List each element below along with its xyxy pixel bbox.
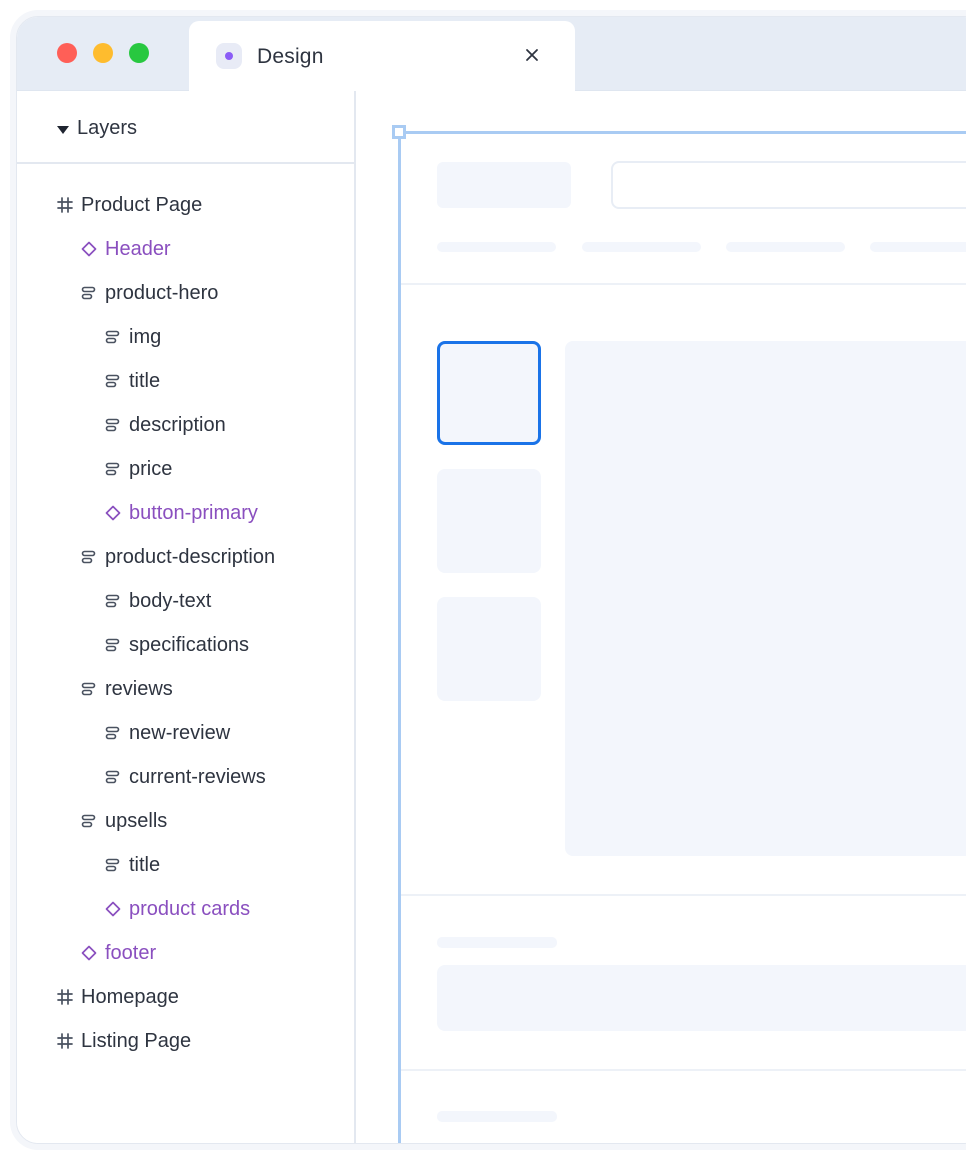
layer-label: button-primary [129,501,258,524]
layer-label: current-reviews [129,765,266,788]
layer-label: new-review [129,721,231,744]
caret-down-icon[interactable] [57,126,69,134]
layer-row-upsells[interactable]: upsells [79,799,167,843]
layer-label: Header [105,237,171,260]
layer-label: Product Page [81,193,203,216]
layer-row-button-primary[interactable]: button-primary [103,491,258,535]
stack-icon [103,371,123,391]
frame-outline-top [398,131,966,134]
layer-label: product cards [129,897,251,920]
layer-label: product-description [105,545,276,568]
layer-row-price[interactable]: price [103,447,172,491]
app-window: Design Layers Product Page Header product-… [16,16,966,1144]
component-icon [79,239,99,259]
stack-icon [103,723,123,743]
layer-row-listing-page[interactable]: Listing Page [55,1019,191,1063]
close-icon[interactable] [519,42,545,68]
layer-label: title [129,369,161,392]
nav-placeholder[interactable] [870,242,966,252]
frame-outline-left [398,131,401,1143]
layer-row-current-reviews[interactable]: current-reviews [103,755,266,799]
nav-placeholder[interactable] [726,242,845,252]
layers-title: Layers [77,117,138,139]
thumbnail-selected[interactable] [437,341,541,445]
stack-icon [103,327,123,347]
tab-label: Design [257,45,324,68]
frame-icon [55,1031,75,1051]
stack-icon [103,591,123,611]
layer-label: img [129,325,162,348]
section-title-placeholder[interactable] [437,937,557,948]
layer-row-specifications[interactable]: specifications [103,623,249,667]
layer-label: price [129,457,173,480]
header-logo-placeholder[interactable] [437,162,571,208]
stack-icon [103,635,123,655]
layer-label: body-text [129,589,212,612]
layer-row-homepage[interactable]: Homepage [55,975,179,1019]
layer-row-img[interactable]: img [103,315,161,359]
component-icon [103,899,123,919]
close-window-button[interactable] [57,43,77,63]
layer-row-product-page[interactable]: Product Page [55,183,202,227]
layer-label: description [129,413,226,436]
hero-image-placeholder[interactable] [565,341,966,856]
tab-design[interactable]: Design [189,21,575,92]
maximize-window-button[interactable] [129,43,149,63]
header-search-placeholder[interactable] [611,161,966,209]
layer-row-header[interactable]: Header [79,227,171,271]
stack-icon [103,855,123,875]
stack-icon [103,767,123,787]
layer-row-footer[interactable]: footer [79,931,156,975]
nav-placeholder[interactable] [437,242,556,252]
layer-row-reviews[interactable]: reviews [79,667,173,711]
stack-icon [103,459,123,479]
body-text-placeholder[interactable] [437,965,966,1031]
thumbnail[interactable] [437,597,541,701]
stack-icon [79,283,99,303]
layer-row-title[interactable]: title [103,359,160,403]
frame-resize-handle[interactable] [392,125,406,139]
minimize-window-button[interactable] [93,43,113,63]
layer-row-title[interactable]: title [103,843,160,887]
thumbnail[interactable] [437,469,541,573]
layer-label: footer [105,941,157,964]
layers-panel: Layers Product Page Header product-hero img… [17,91,356,1143]
frame-icon [55,195,75,215]
section-divider [401,894,966,896]
nav-placeholder[interactable] [582,242,701,252]
frame-icon [55,987,75,1007]
component-icon [103,503,123,523]
stack-icon [79,679,99,699]
stack-icon [103,415,123,435]
layer-label: Listing Page [81,1029,192,1052]
stack-icon [79,547,99,567]
layer-label: Homepage [81,985,179,1008]
title-bar: Design [17,17,966,92]
section-divider [401,1069,966,1071]
layer-row-body-text[interactable]: body-text [103,579,211,623]
layer-row-description[interactable]: description [103,403,226,447]
layer-row-product-description[interactable]: product-description [79,535,275,579]
design-canvas[interactable] [356,91,966,1143]
layer-label: title [129,853,161,876]
section-title-placeholder[interactable] [437,1111,557,1122]
layer-row-product-hero[interactable]: product-hero [79,271,218,315]
layer-row-product-cards[interactable]: product cards [103,887,250,931]
component-icon [79,943,99,963]
layer-label: upsells [105,809,168,832]
section-divider [401,283,966,285]
layer-label: product-hero [105,281,219,304]
layer-row-new-review[interactable]: new-review [103,711,230,755]
layer-label: specifications [129,633,250,656]
stack-icon [79,811,99,831]
layers-panel-header[interactable]: Layers [17,91,354,164]
tab-app-icon [216,43,242,69]
layer-label: reviews [105,677,173,700]
